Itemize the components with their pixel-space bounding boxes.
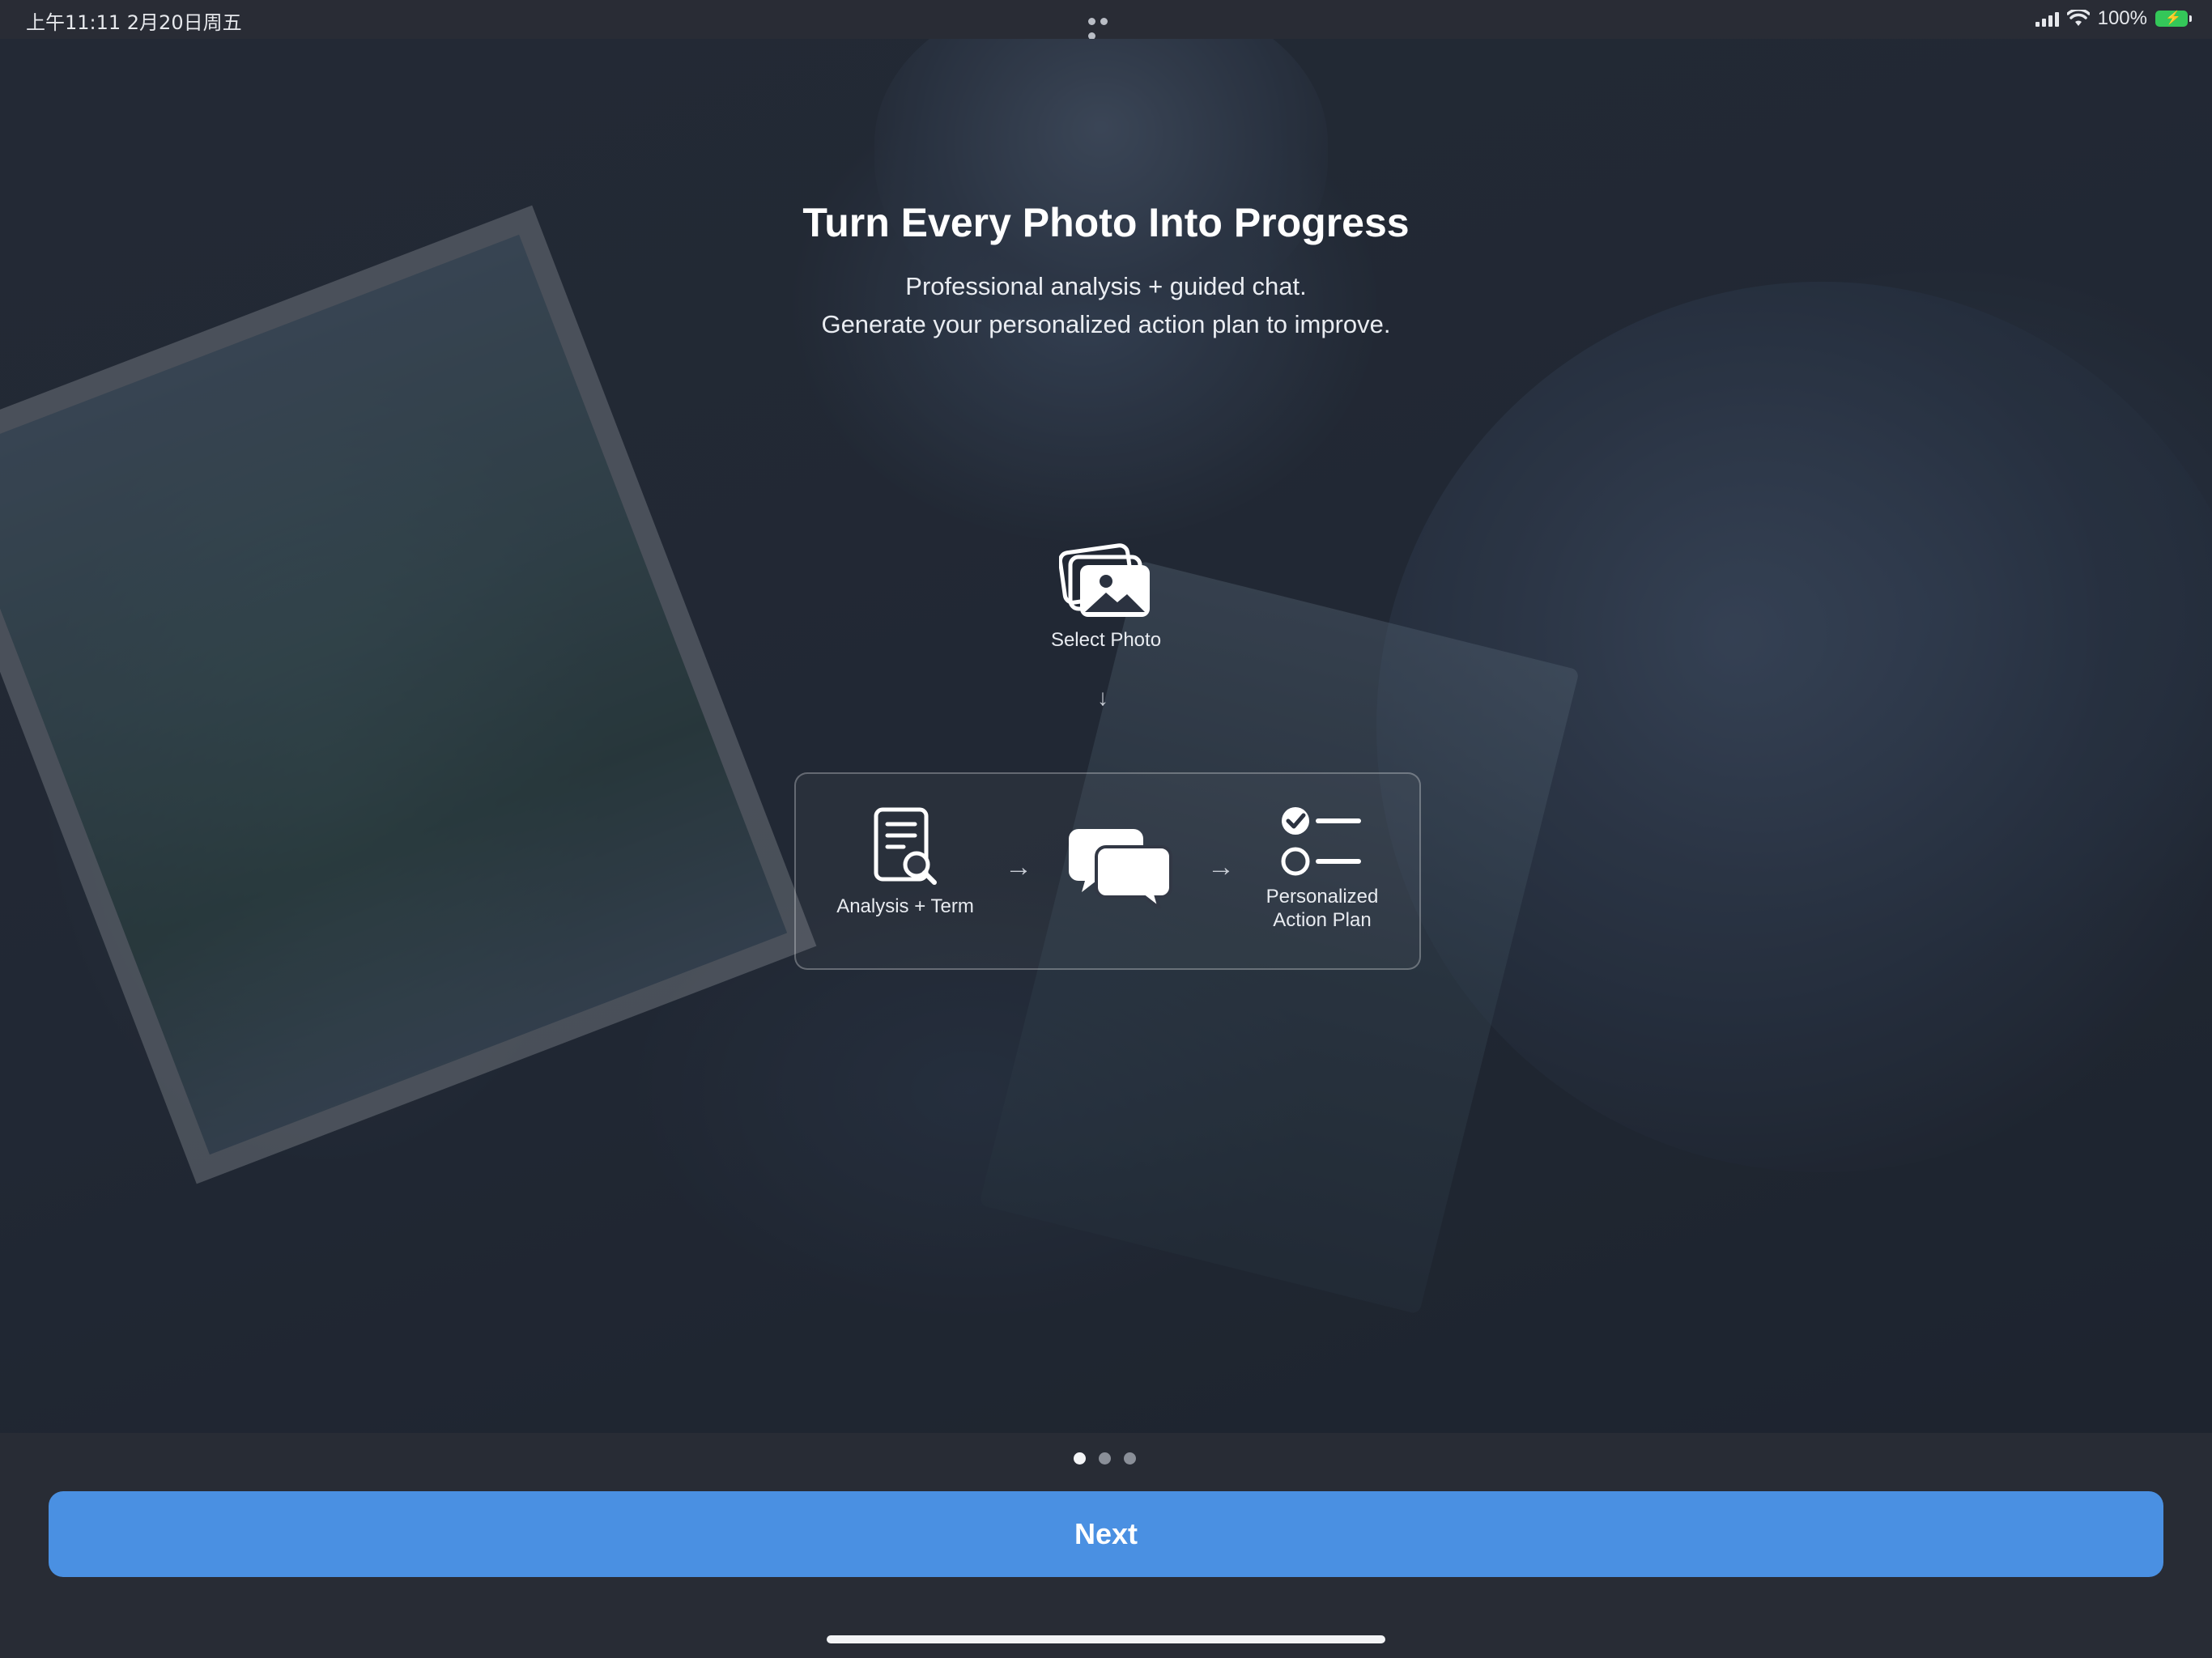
status-indicators: 100% ⚡: [2035, 6, 2192, 31]
multitasking-dots-icon[interactable]: [1088, 15, 1124, 40]
step-action-plan: Personalized Action Plan: [1249, 803, 1395, 932]
chat-bubbles-icon: [1069, 829, 1172, 913]
page-title: Turn Every Photo Into Progress: [802, 200, 1410, 245]
hero-background: Turn Every Photo Into Progress Professio…: [0, 39, 2212, 1433]
status-time: 上午11:11 2月20日周五: [26, 11, 242, 34]
step-select-photo: Select Photo: [1025, 541, 1187, 652]
home-indicator[interactable]: [827, 1635, 1385, 1643]
step-analysis: Analysis + Term: [828, 806, 982, 918]
analysis-label: Analysis + Term: [836, 895, 974, 917]
page-dot-3[interactable]: [1124, 1452, 1136, 1465]
page-dot-2[interactable]: [1099, 1452, 1111, 1465]
plan-label-line2: Action Plan: [1273, 909, 1372, 931]
right-arrow-icon: →: [1005, 852, 1032, 882]
page-indicator[interactable]: [1074, 1452, 1136, 1465]
status-bar: 上午11:11 2月20日周五 100% ⚡: [0, 0, 2212, 40]
battery-percentage: 100%: [2097, 7, 2147, 29]
right-arrow-icon: →: [1207, 852, 1235, 882]
photos-icon: [1057, 543, 1150, 617]
plan-label-line1: Personalized: [1266, 886, 1379, 908]
down-arrow-icon: ↓: [1097, 685, 1108, 710]
page-subtitle-line1: Professional analysis + guided chat.: [905, 272, 1307, 300]
page-dot-1[interactable]: [1074, 1452, 1086, 1465]
checklist-icon: [1281, 807, 1361, 876]
cellular-signal-icon: [2035, 11, 2059, 27]
document-search-icon: [874, 807, 937, 885]
workflow-panel: Analysis + Term → → Personalized Action …: [794, 772, 1421, 970]
battery-icon: ⚡: [2155, 11, 2192, 27]
step-chat: [1063, 824, 1176, 913]
select-photo-label: Select Photo: [1050, 629, 1162, 651]
next-button[interactable]: Next: [49, 1491, 2163, 1577]
hero-dim-overlay: [0, 39, 2212, 1433]
wifi-icon: [2066, 10, 2090, 26]
page-subtitle-line2: Generate your personalized action plan t…: [821, 310, 1391, 338]
